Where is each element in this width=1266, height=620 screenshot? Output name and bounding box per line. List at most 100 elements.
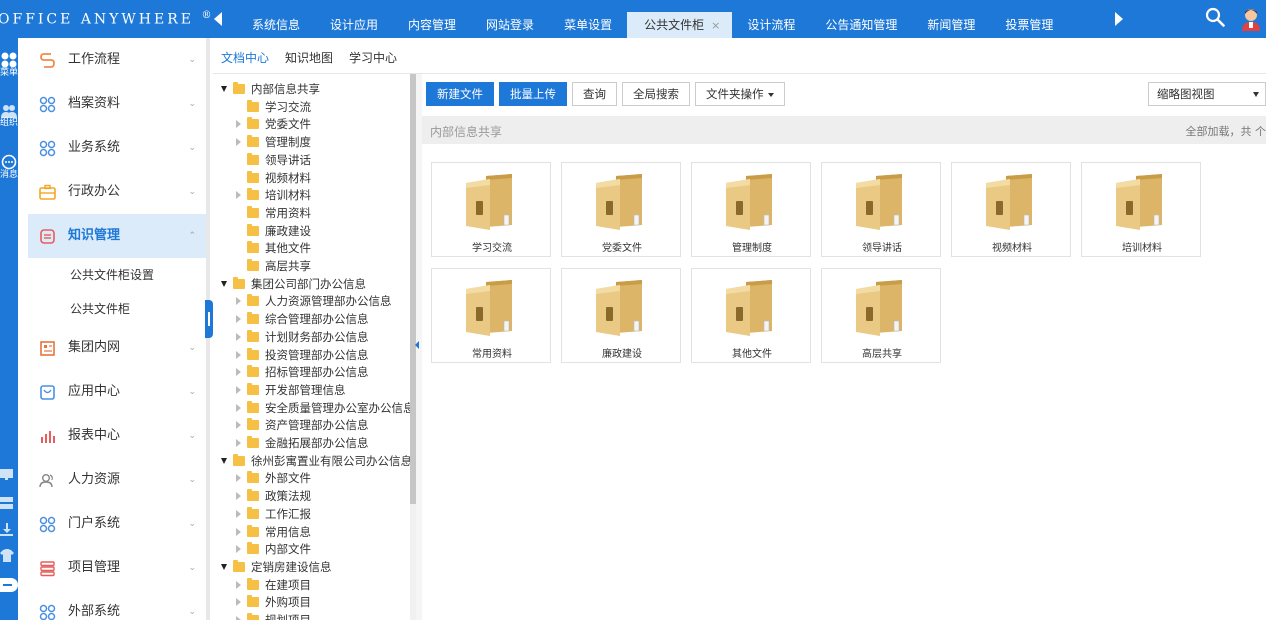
tabs-scroll-left-button[interactable] bbox=[214, 12, 222, 26]
module-menu-item[interactable]: 外部系统 ⌄ bbox=[28, 590, 206, 620]
global-search-button[interactable]: 全局搜索 bbox=[622, 82, 690, 106]
caret-expanded-icon[interactable] bbox=[221, 457, 227, 464]
business-icon bbox=[39, 140, 56, 157]
top-tab-label: 设计应用 bbox=[330, 18, 379, 32]
caret-collapsed-icon[interactable] bbox=[236, 616, 241, 620]
caret-expanded-icon[interactable] bbox=[221, 280, 227, 287]
caret-collapsed-icon[interactable] bbox=[236, 509, 241, 518]
module-menu-item[interactable]: 知识管理 ⌃ bbox=[28, 214, 206, 258]
folder-ops-dropdown[interactable]: 文件夹操作 bbox=[695, 82, 785, 106]
tabs-scroll-right-button[interactable] bbox=[1115, 12, 1123, 26]
top-tab[interactable]: 设计流程 bbox=[732, 12, 810, 38]
folder-tile[interactable]: 视频材料 bbox=[951, 162, 1071, 257]
chevron-up-icon: ⌃ bbox=[188, 231, 196, 241]
strip-menu[interactable]: 菜单 bbox=[0, 52, 18, 78]
caret-collapsed-icon[interactable] bbox=[236, 598, 241, 607]
caret-collapsed-icon[interactable] bbox=[236, 527, 241, 536]
folder-tile[interactable]: 管理制度 bbox=[691, 162, 811, 257]
new-file-button[interactable]: 新建文件 bbox=[426, 82, 494, 106]
folder-tile[interactable]: 常用资料 bbox=[431, 268, 551, 363]
query-button[interactable]: 查询 bbox=[572, 82, 617, 106]
module-submenu-item[interactable]: 公共文件柜设置 bbox=[28, 258, 206, 292]
module-menu-item[interactable]: 人力资源 ⌄ bbox=[28, 458, 206, 502]
module-menu-item[interactable]: 门户系统 ⌄ bbox=[28, 502, 206, 546]
top-tab[interactable]: 设计应用 bbox=[315, 12, 393, 38]
folder-tile-label: 高层共享 bbox=[862, 349, 902, 360]
caret-collapsed-icon[interactable] bbox=[236, 138, 241, 147]
module-menu-item[interactable]: 应用中心 ⌄ bbox=[28, 370, 206, 414]
caret-collapsed-icon[interactable] bbox=[236, 297, 241, 306]
module-submenu-item[interactable]: 公共文件柜 bbox=[28, 292, 206, 326]
folder-tile[interactable]: 学习交流 bbox=[431, 162, 551, 257]
module-menu-item[interactable]: 工作流程 ⌄ bbox=[28, 38, 206, 82]
shirt-icon[interactable] bbox=[0, 549, 14, 563]
folder-icon bbox=[247, 188, 259, 201]
caret-expanded-icon[interactable] bbox=[221, 86, 227, 92]
menu-collapse-handle[interactable] bbox=[205, 300, 213, 338]
top-tab[interactable]: 新闻管理 bbox=[912, 12, 990, 38]
module-menu-item[interactable]: 档案资料 ⌄ bbox=[28, 82, 206, 126]
folder-tile[interactable]: 廉政建设 bbox=[561, 268, 681, 363]
strip-messages[interactable]: 消息 bbox=[0, 154, 18, 180]
top-tab[interactable]: 网站登录 bbox=[471, 12, 549, 38]
subnav-knowledge-map[interactable]: 知识地图 bbox=[285, 49, 333, 66]
folder-icon bbox=[247, 241, 259, 254]
caret-collapsed-icon[interactable] bbox=[236, 191, 241, 200]
top-tab-label: 网站登录 bbox=[486, 18, 535, 32]
module-menu-item[interactable]: 行政办公 ⌄ bbox=[28, 170, 206, 214]
caret-collapsed-icon[interactable] bbox=[236, 421, 241, 430]
intranet-icon bbox=[40, 341, 55, 356]
splitter-collapse-arrow-icon[interactable] bbox=[415, 341, 419, 349]
top-tab[interactable]: 内容管理 bbox=[393, 12, 471, 38]
folder-tile[interactable]: 领导讲话 bbox=[821, 162, 941, 257]
top-tab-label: 新闻管理 bbox=[927, 18, 976, 32]
folder-tile[interactable]: 党委文件 bbox=[561, 162, 681, 257]
module-menu-label: 报表中心 bbox=[68, 428, 121, 443]
tree-node-label: 工作汇报 bbox=[265, 506, 311, 521]
tree-node-label: 党委文件 bbox=[265, 117, 311, 132]
caret-collapsed-icon[interactable] bbox=[236, 403, 241, 412]
caret-collapsed-icon[interactable] bbox=[236, 474, 241, 483]
caret-collapsed-icon[interactable] bbox=[236, 492, 241, 501]
module-menu-item[interactable]: 报表中心 ⌄ bbox=[28, 414, 206, 458]
caret-collapsed-icon[interactable] bbox=[236, 385, 241, 394]
caret-collapsed-icon[interactable] bbox=[236, 368, 241, 377]
top-tab[interactable]: 公告通知管理 bbox=[810, 12, 912, 38]
folder-tile[interactable]: 培训材料 bbox=[1081, 162, 1201, 257]
caret-collapsed-icon[interactable] bbox=[236, 580, 241, 589]
download-icon[interactable] bbox=[0, 523, 14, 537]
batch-upload-button[interactable]: 批量上传 bbox=[499, 82, 567, 106]
folder-icon bbox=[247, 524, 259, 537]
folder-tile[interactable]: 高层共享 bbox=[821, 268, 941, 363]
caret-expanded-icon[interactable] bbox=[221, 563, 227, 570]
caret-collapsed-icon[interactable] bbox=[236, 545, 241, 554]
caret-collapsed-icon[interactable] bbox=[236, 332, 241, 341]
server-icon[interactable] bbox=[0, 496, 14, 510]
caret-collapsed-icon[interactable] bbox=[236, 315, 241, 324]
top-tab[interactable]: 菜单设置 bbox=[549, 12, 627, 38]
top-tab[interactable]: 系统信息 bbox=[237, 12, 315, 38]
folder-icon bbox=[247, 365, 259, 378]
caret-collapsed-icon[interactable] bbox=[236, 120, 241, 129]
search-icon[interactable] bbox=[1205, 7, 1225, 27]
top-tab[interactable]: 投票管理 bbox=[990, 12, 1068, 38]
module-menu-item[interactable]: 项目管理 ⌄ bbox=[28, 546, 206, 590]
user-avatar-icon[interactable] bbox=[1240, 7, 1262, 31]
caret-collapsed-icon[interactable] bbox=[236, 439, 241, 447]
folder-tile-label: 管理制度 bbox=[732, 243, 772, 254]
close-tab-icon[interactable]: × bbox=[711, 19, 720, 32]
subnav-learning-center[interactable]: 学习中心 bbox=[349, 49, 397, 66]
load-status: 全部加载，共 个 bbox=[1185, 125, 1266, 138]
chevron-down-icon: ⌄ bbox=[188, 475, 196, 485]
view-mode-select[interactable]: 缩略图视图 bbox=[1148, 82, 1266, 106]
subnav-doc-center[interactable]: 文档中心 bbox=[221, 49, 269, 66]
module-menu-item[interactable]: 集团内网 ⌄ bbox=[28, 326, 206, 370]
top-tab[interactable]: 公共文件柜 × bbox=[627, 12, 733, 38]
strip-org[interactable]: 组织 bbox=[0, 104, 18, 128]
module-menu-item[interactable]: 业务系统 ⌄ bbox=[28, 126, 206, 170]
folder-icon bbox=[233, 276, 245, 289]
folder-tile[interactable]: 其他文件 bbox=[691, 268, 811, 363]
monitor-icon[interactable] bbox=[0, 468, 14, 482]
caret-collapsed-icon[interactable] bbox=[236, 350, 241, 359]
collapse-toggle-icon[interactable] bbox=[0, 578, 18, 592]
